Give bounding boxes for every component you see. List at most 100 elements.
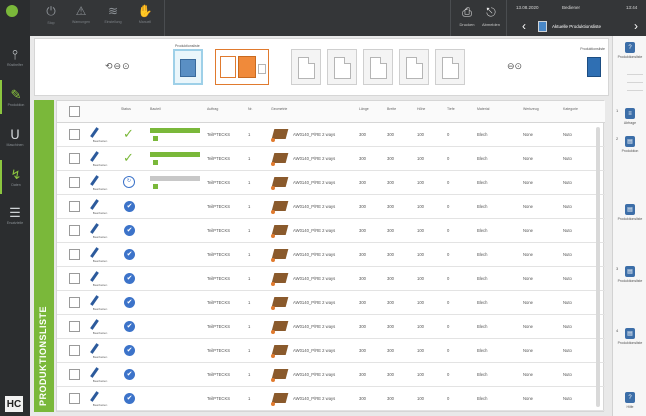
row-checkbox[interactable]: [69, 393, 80, 404]
logout-button[interactable]: ⎋ Abmelden: [480, 5, 502, 27]
strip-card[interactable]: [363, 49, 393, 85]
strip-controls-right[interactable]: ⊖⊙: [507, 61, 522, 72]
row-checkbox[interactable]: [69, 321, 80, 332]
nav-back-button[interactable]: ‹: [522, 19, 526, 33]
sidebar-item-ersatzteile[interactable]: ☰ Ersatzteile: [0, 198, 30, 232]
rp-item-list-b[interactable]: 3 ▤ Produktionsliste: [613, 266, 646, 283]
table-row[interactable]: Bearbeiten ✔ TeilPTECKS 1 AW0140_P/RE 2 ways…: [57, 339, 605, 363]
print-button[interactable]: ⎙ Drucken: [456, 5, 478, 27]
cell-cat: Nuto: [563, 324, 572, 329]
rp-item-label: Produktionsliste: [617, 55, 643, 59]
cell-h: 100: [417, 132, 424, 137]
strip-card[interactable]: [291, 49, 321, 85]
table-row[interactable]: Bearbeiten ✓ TeilPTECKS 1 AW0140_P/RE 2 ways…: [57, 123, 605, 147]
strip-card[interactable]: [435, 49, 465, 85]
table-row[interactable]: Bearbeiten ✔ TeilPTECKS 1 AW0140_P/RE 2 ways…: [57, 267, 605, 291]
part-marker: [271, 402, 275, 406]
production-list-button[interactable]: Produktionsliste: [580, 47, 605, 89]
rp-item-list-a[interactable]: ▤ Produktionsliste: [613, 204, 646, 221]
rp-item-produktion[interactable]: 2 ▤ Produktion: [613, 136, 646, 153]
step-number: 4: [616, 328, 619, 333]
progress-bar: [150, 152, 200, 157]
doc-icon: ▤: [625, 204, 635, 215]
cell-h: 100: [417, 228, 424, 233]
strip-card[interactable]: [399, 49, 429, 85]
rp-item-list-c[interactable]: 4 ▤ Produktionsliste: [613, 328, 646, 345]
edit-button[interactable]: Bearbeiten: [90, 270, 110, 288]
row-checkbox[interactable]: [69, 297, 80, 308]
table-row[interactable]: Bearbeiten ✔ TeilPTECKS 1 AW0140_P/RE 2 ways…: [57, 387, 605, 411]
edit-button[interactable]: Bearbeiten: [90, 150, 110, 168]
table-row[interactable]: Bearbeiten ✓ TeilPTECKS 1 AW0140_P/RE 2 ways…: [57, 147, 605, 171]
sidebar-item-maschinen[interactable]: Ս Maschinen: [0, 120, 30, 154]
nav-forward-button[interactable]: ›: [634, 19, 638, 33]
edit-button[interactable]: Bearbeiten: [90, 126, 110, 144]
strip-card-active[interactable]: Produktionsliste: [173, 44, 203, 85]
column-header[interactable]: Nr.: [248, 107, 252, 111]
rp-item-production-list[interactable]: ? Produktionsliste: [613, 42, 646, 59]
column-header[interactable]: Werkzeug: [523, 107, 539, 111]
column-header[interactable]: Länge: [359, 107, 369, 111]
settings-button[interactable]: ≋ Einstellung: [100, 4, 126, 34]
warnings-button[interactable]: ⚠ Warnungen: [68, 4, 94, 34]
row-checkbox[interactable]: [69, 249, 80, 260]
table-row[interactable]: Bearbeiten ✔ TeilPTECKS 1 AW0140_P/RE 2 ways…: [57, 219, 605, 243]
row-checkbox[interactable]: [69, 225, 80, 236]
right-panel: ? Produktionsliste 1 ≡ Abfrage 2 ▤ Produ…: [612, 36, 646, 416]
column-header[interactable]: Tiefe: [447, 107, 455, 111]
queued-status-icon: ✔: [124, 369, 135, 380]
column-header[interactable]: Geometrie: [271, 107, 287, 111]
sidebar-item-daten[interactable]: ↯ Daten: [0, 160, 30, 194]
column-header[interactable]: Höhe: [417, 107, 425, 111]
cell-cat: Nuto: [563, 180, 572, 185]
table-row[interactable]: Bearbeiten ✔ TeilPTECKS 1 AW0140_P/RE 2 ways…: [57, 363, 605, 387]
stop-button[interactable]: ⏻ Stop: [38, 4, 64, 34]
edit-button[interactable]: Bearbeiten: [90, 174, 110, 192]
column-header[interactable]: Kategorie: [563, 107, 578, 111]
cell-order: TeilPTECKS: [207, 348, 231, 353]
production-table: Status Bauteil Auftrag Nr. Geometrie Län…: [56, 100, 605, 412]
table-row[interactable]: Bearbeiten ✔ TeilPTECKS 1 AW0140_P/RE 2 ways…: [57, 243, 605, 267]
manual-button[interactable]: ✋ Manuell: [132, 4, 158, 34]
edit-button[interactable]: Bearbeiten: [90, 342, 110, 360]
row-checkbox[interactable]: [69, 153, 80, 164]
help-icon: ?: [625, 42, 635, 53]
column-header[interactable]: Breite: [387, 107, 396, 111]
table-row[interactable]: Bearbeiten ↻ TeilPTECKS 1 AW0140_P/RE 2 ways…: [57, 171, 605, 195]
strip-controls-left[interactable]: ⟲⊖⊙: [105, 61, 131, 72]
table-row[interactable]: Bearbeiten ✔ TeilPTECKS 1 AW0140_P/RE 2 ways…: [57, 195, 605, 219]
edit-button[interactable]: Bearbeiten: [90, 366, 110, 384]
row-checkbox[interactable]: [69, 201, 80, 212]
select-all-checkbox[interactable]: [69, 106, 80, 117]
production-list-tab[interactable]: PRODUKTIONSLISTE: [34, 100, 54, 412]
edit-button[interactable]: Bearbeiten: [90, 222, 110, 240]
strip-card-part[interactable]: [215, 49, 269, 85]
edit-button[interactable]: Bearbeiten: [90, 294, 110, 312]
table-row[interactable]: Bearbeiten ✔ TeilPTECKS 1 AW0140_P/RE 2 ways…: [57, 315, 605, 339]
row-checkbox[interactable]: [69, 369, 80, 380]
rp-item-label: Abfrage: [623, 121, 637, 125]
sidebar-item-ruesthelfer[interactable]: ⫯ Rüsthelfer: [0, 40, 30, 74]
column-header[interactable]: Bauteil: [150, 107, 161, 111]
edit-button[interactable]: Bearbeiten: [90, 246, 110, 264]
table-scrollbar[interactable]: [596, 127, 600, 407]
cell-w: 300: [387, 204, 394, 209]
edit-button[interactable]: Bearbeiten: [90, 198, 110, 216]
row-checkbox[interactable]: [69, 129, 80, 140]
sidebar-item-produktion[interactable]: ✎ Produktion: [0, 80, 30, 114]
rp-item-abfrage[interactable]: 1 ≡ Abfrage: [613, 108, 646, 125]
row-checkbox[interactable]: [69, 273, 80, 284]
help-button[interactable]: ? Hilfe: [613, 392, 646, 409]
column-header[interactable]: Status: [121, 107, 131, 111]
table-row[interactable]: Bearbeiten ✔ TeilPTECKS 1 AW0140_P/RE 2 ways…: [57, 291, 605, 315]
row-checkbox[interactable]: [69, 345, 80, 356]
brand-logo: HC: [5, 396, 23, 412]
column-header[interactable]: Auftrag: [207, 107, 218, 111]
row-checkbox[interactable]: [69, 177, 80, 188]
strip-card[interactable]: [327, 49, 357, 85]
edit-button[interactable]: Bearbeiten: [90, 318, 110, 336]
part-marker: [271, 186, 275, 190]
column-header[interactable]: Material: [477, 107, 489, 111]
app-logo: [6, 5, 18, 17]
edit-button[interactable]: Bearbeiten: [90, 390, 110, 408]
